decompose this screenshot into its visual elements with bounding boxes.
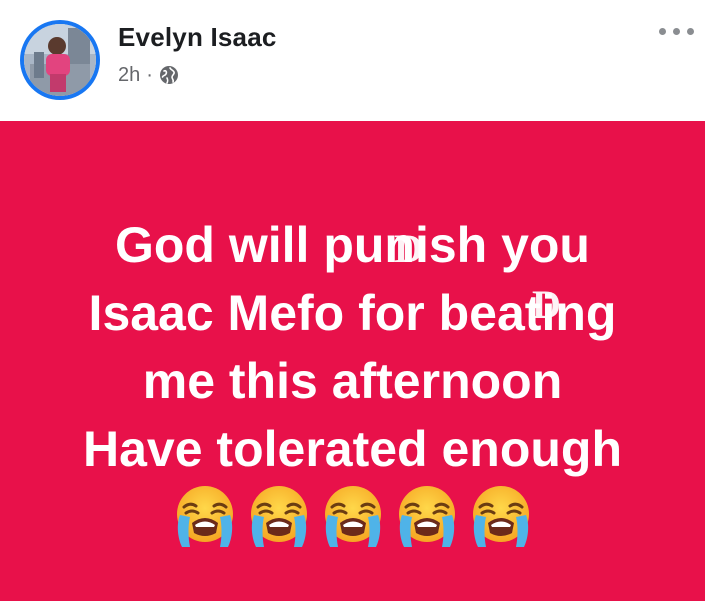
loudly-crying-face-icon [471,484,530,549]
avatar[interactable] [24,24,96,96]
loudly-crying-face-icon [397,484,456,549]
facebook-post: Evelyn Isaac 2h · God will punish you Is… [0,0,705,601]
loudly-crying-face-icon [249,484,308,549]
loudly-crying-face-icon [323,484,382,549]
loudly-crying-face-icon [175,484,234,549]
post-line-1: God will punish you [115,217,590,273]
post-line-4: Have tolerated enough [83,421,622,477]
meta-separator: · [146,63,153,86]
post-text: God will punish you Isaac Mefo for beati… [0,211,705,483]
post-line-3: me this afternoon [142,353,563,409]
author-name[interactable]: Evelyn Isaac [118,22,277,53]
more-options-icon[interactable] [655,22,699,42]
post-background: God will punish you Isaac Mefo for beati… [0,121,705,601]
post-line-2: Isaac Mefo for beating [88,285,617,341]
d-watermark-icon: D [394,226,423,271]
emoji-row [0,483,705,549]
d-watermark-icon: D [532,282,561,327]
post-timestamp[interactable]: 2h [118,64,140,87]
post-meta: 2h · [118,62,179,88]
profile-photo [24,24,96,96]
post-header: Evelyn Isaac 2h · [0,0,705,120]
story-ring[interactable] [20,20,100,100]
globe-icon[interactable] [159,65,179,85]
